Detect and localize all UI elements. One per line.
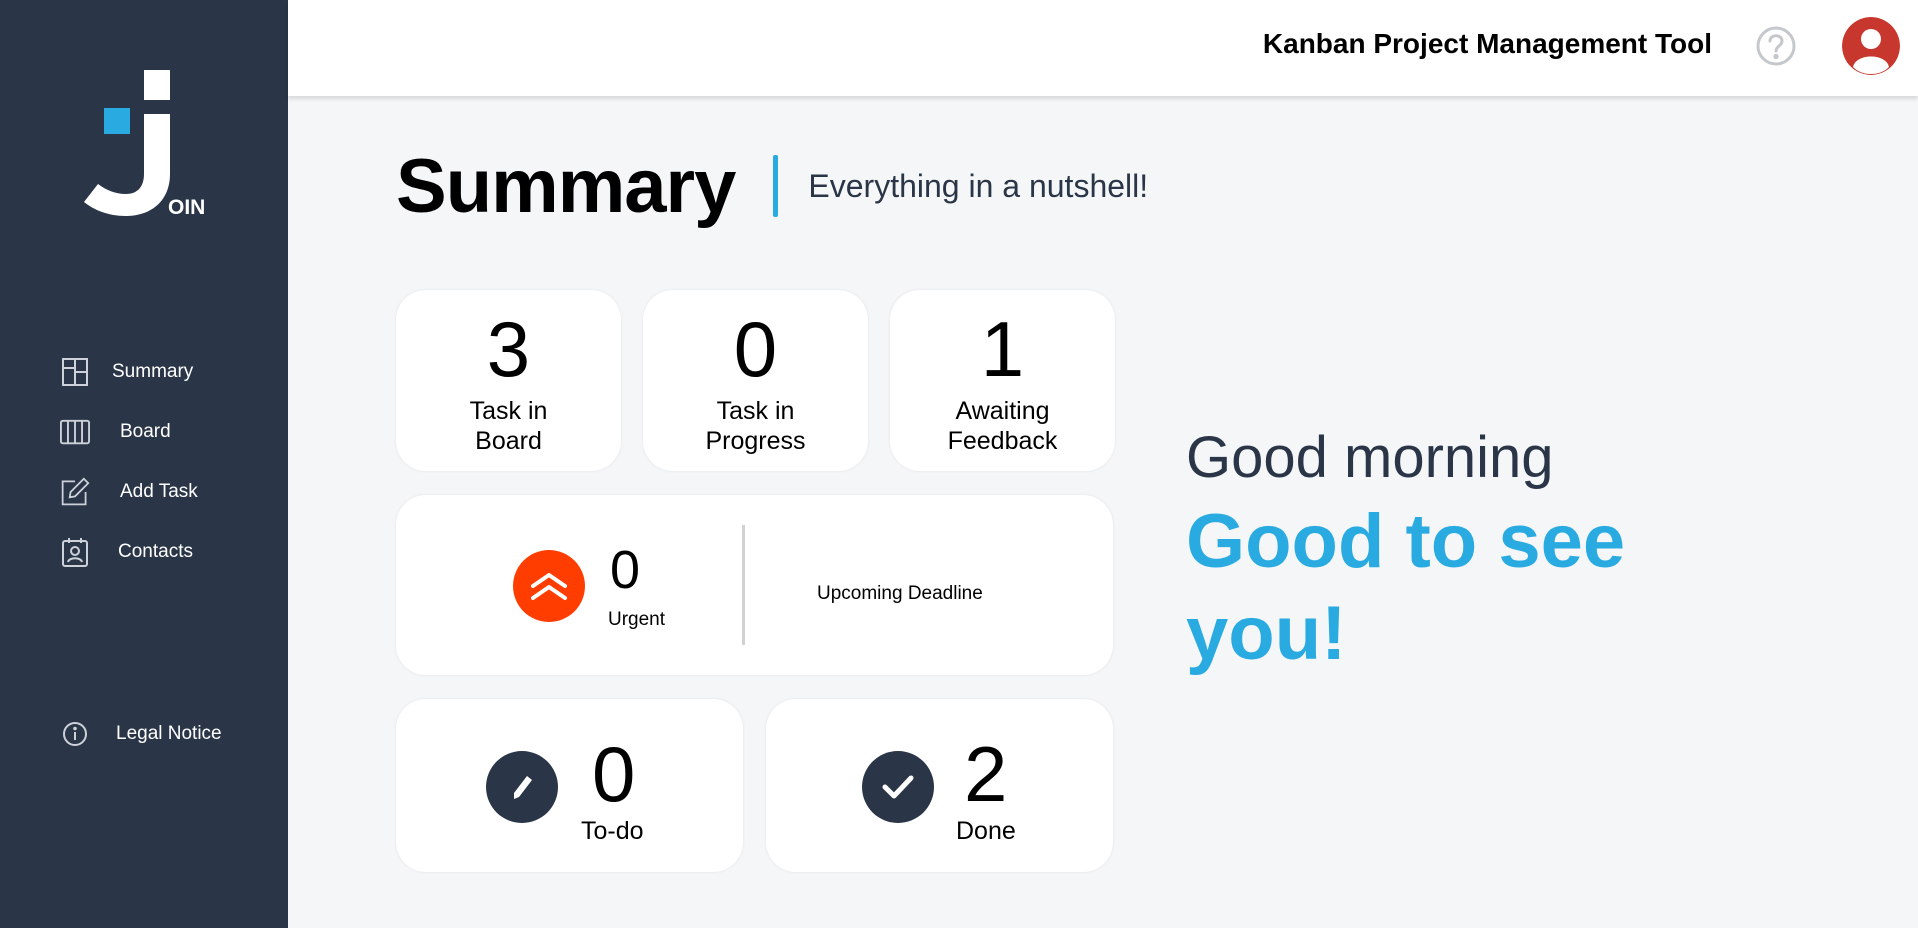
urgent-priority-icon (513, 550, 585, 622)
checkmark-icon (862, 751, 934, 823)
todo-label: To-do (581, 817, 644, 845)
todo-card[interactable]: 0 To-do (396, 699, 743, 872)
sidebar-item-label: Summary (112, 361, 194, 382)
stat-label: Task in Board (396, 396, 621, 456)
sidebar-item-add-task[interactable]: Add Task (60, 472, 198, 512)
join-logo[interactable]: OIN (82, 70, 212, 220)
urgent-count: 0 (610, 540, 641, 600)
page-title-row: Summary Everything in a nutshell! (396, 140, 1148, 232)
stat-value: 3 (486, 305, 531, 393)
sidebar-item-label: Add Task (120, 481, 198, 502)
greeting-message: Good to see you! (1186, 499, 1626, 676)
stat-label-line2: Progress (705, 427, 806, 455)
help-icon[interactable] (1754, 24, 1798, 68)
stat-label: Task in Progress (643, 396, 868, 456)
pencil-icon (486, 751, 558, 823)
stat-label-line2: Board (475, 427, 542, 455)
stat-card-board[interactable]: 3 Task in Board (396, 290, 621, 471)
stat-label-line1: Awaiting (955, 397, 1050, 425)
user-avatar[interactable] (1842, 17, 1900, 75)
sidebar-item-contacts[interactable]: Contacts (60, 532, 193, 572)
legal-notice-link[interactable]: Legal Notice (60, 714, 222, 754)
greeting-time: Good morning (1186, 425, 1554, 490)
logo-text: OIN (168, 196, 206, 219)
done-card[interactable]: 2 Done (766, 699, 1113, 872)
info-icon (60, 719, 90, 749)
page-subtitle: Everything in a nutshell! (808, 167, 1149, 204)
stat-label-line1: Task in (716, 397, 795, 425)
sidebar-item-label: Board (120, 421, 171, 442)
top-header: Kanban Project Management Tool (288, 0, 1918, 96)
urgent-card[interactable]: 0 Urgent Upcoming Deadline (396, 495, 1113, 675)
urgent-divider (742, 525, 745, 645)
contacts-icon (60, 537, 90, 567)
upcoming-deadline-label: Upcoming Deadline (817, 583, 983, 604)
stat-label-line2: Feedback (947, 427, 1058, 455)
stat-value: 0 (733, 305, 778, 393)
add-task-icon (60, 477, 90, 507)
sidebar: OIN Summary Board Add Task Contacts Lega… (0, 0, 288, 928)
stat-value: 1 (980, 305, 1025, 393)
header-title: Kanban Project Management Tool (1262, 28, 1712, 59)
done-count: 2 (964, 730, 1008, 818)
done-label: Done (956, 817, 1016, 845)
board-icon (60, 417, 90, 447)
sidebar-item-summary[interactable]: Summary (60, 352, 193, 392)
stat-label-line1: Task in (469, 397, 548, 425)
stat-card-feedback[interactable]: 1 Awaiting Feedback (890, 290, 1115, 471)
title-divider (773, 155, 779, 217)
legal-notice-label: Legal Notice (116, 723, 222, 744)
sidebar-item-label: Contacts (118, 541, 193, 562)
summary-icon (60, 357, 90, 387)
sidebar-item-board[interactable]: Board (60, 412, 171, 452)
urgent-label: Urgent (608, 609, 666, 630)
stat-card-progress[interactable]: 0 Task in Progress (643, 290, 868, 471)
page-title: Summary (396, 143, 736, 229)
todo-count: 0 (592, 730, 636, 818)
stat-label: Awaiting Feedback (890, 396, 1115, 456)
